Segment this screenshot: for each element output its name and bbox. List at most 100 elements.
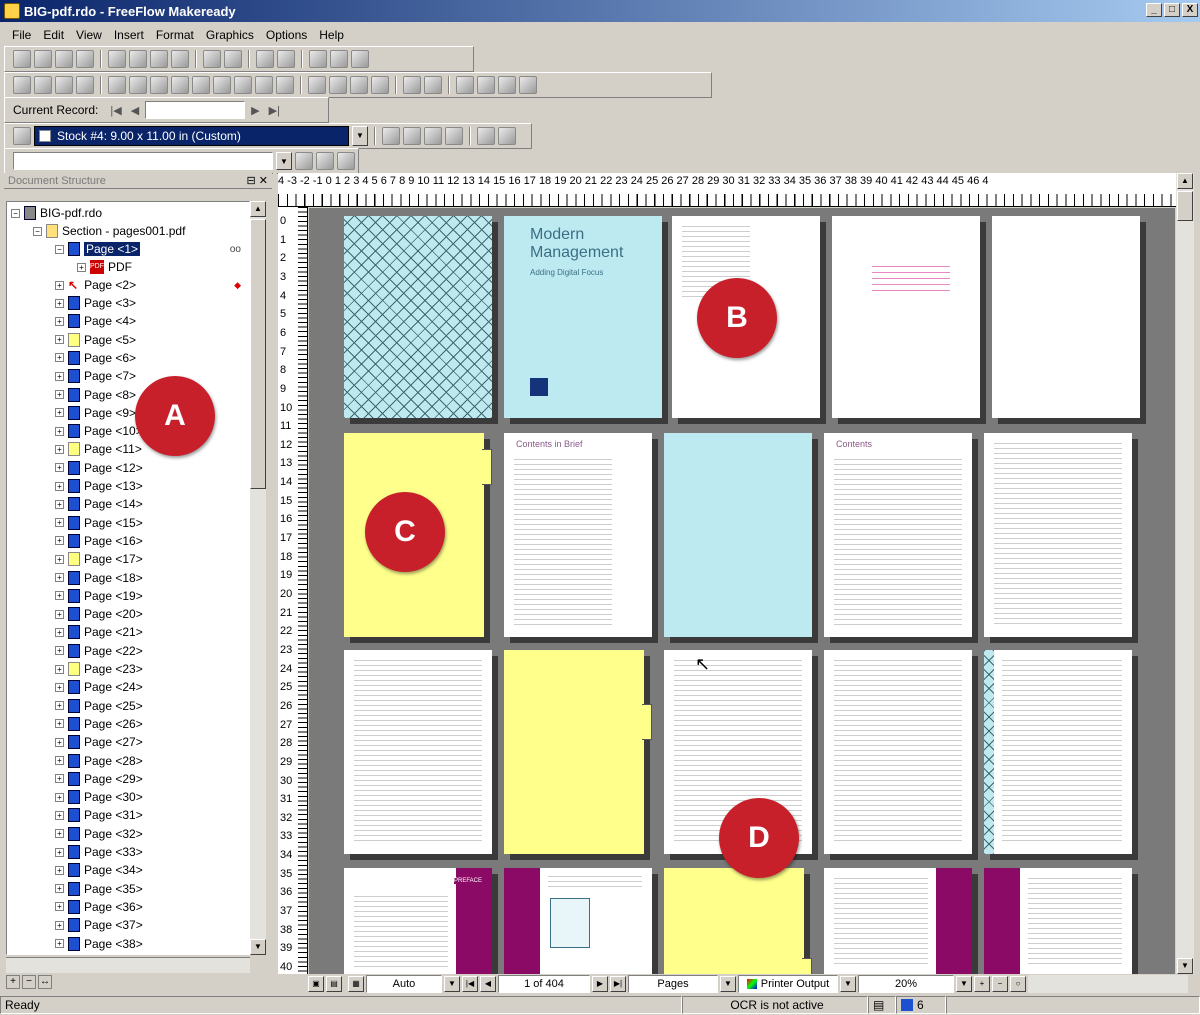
next-record-icon[interactable]: ▶ [248, 104, 262, 117]
center-icon[interactable] [255, 76, 273, 94]
panel-close-icon[interactable]: ⊟ ✕ [247, 173, 273, 188]
tree-page-item[interactable]: + Page <8> [55, 386, 136, 404]
tree-page-item[interactable]: + Page <36> [55, 898, 143, 916]
expand-icon[interactable]: + [55, 390, 64, 399]
tree-page-item[interactable]: + Page <14> [55, 495, 143, 513]
expand-icon[interactable]: + [55, 810, 64, 820]
zoom-select[interactable]: 20% [858, 975, 954, 993]
expand-icon[interactable]: + [55, 554, 64, 564]
tab-page-3[interactable] [664, 868, 812, 974]
page-thumb-preface-3[interactable] [984, 868, 1132, 974]
split-view-icon[interactable]: ▤ [326, 976, 342, 992]
canvas-scroll-thumb[interactable] [1177, 191, 1193, 221]
mode-select[interactable]: Pages [628, 975, 718, 993]
print-icon[interactable] [256, 50, 274, 68]
expand-icon[interactable]: + [55, 353, 64, 363]
record-input[interactable] [145, 101, 246, 119]
expand-icon[interactable]: + [55, 408, 64, 418]
globe-icon[interactable] [498, 76, 516, 94]
last-page-icon[interactable]: ▶| [610, 976, 626, 992]
insert-tab-icon[interactable] [129, 50, 147, 68]
page-indicator[interactable]: 1 of 404 [498, 975, 590, 993]
save-icon[interactable] [76, 50, 94, 68]
tree-page-item[interactable]: + Page <9> [55, 404, 136, 422]
tree-page-item[interactable]: + Page <24> [55, 678, 143, 696]
tree-page-item[interactable]: + Page <34> [55, 861, 143, 879]
find-icon[interactable] [295, 152, 313, 170]
paste-icon[interactable] [351, 50, 369, 68]
panel-splitter[interactable] [273, 173, 277, 995]
tree-page-item[interactable]: + Page <12> [55, 459, 143, 477]
tree-pdf[interactable]: + PDF PDF [77, 258, 132, 276]
open-folder-icon[interactable] [55, 50, 73, 68]
page-thumb-contents-6[interactable] [984, 650, 1132, 854]
fit-select[interactable]: Auto [366, 975, 442, 993]
rotate-icon[interactable] [108, 76, 126, 94]
first-record-icon[interactable]: |◀ [107, 104, 124, 117]
expand-icon[interactable]: + [55, 444, 64, 454]
distribute-icon[interactable] [276, 76, 294, 94]
expand-icon[interactable]: + [55, 609, 64, 619]
tree-page-item[interactable]: + Page <19> [55, 587, 143, 605]
align-icon[interactable] [234, 76, 252, 94]
bring-front-icon[interactable] [150, 76, 168, 94]
expand-icon[interactable]: + [55, 792, 64, 802]
insert-pages-icon[interactable] [108, 50, 126, 68]
canvas-vscroll[interactable]: ▲ ▼ [1176, 173, 1194, 974]
text-icon[interactable] [403, 76, 421, 94]
tree-section[interactable]: − Section - pages001.pdf [33, 222, 185, 240]
zoom-in-small-icon[interactable]: + [974, 976, 990, 992]
thumbnail-view-icon[interactable]: ▦ [348, 976, 364, 992]
expand-icon[interactable]: + [55, 499, 64, 509]
expand-icon[interactable]: + [55, 847, 64, 857]
cut-icon[interactable] [309, 50, 327, 68]
menu-insert[interactable]: Insert [108, 28, 150, 42]
output-select[interactable]: Printer Output [738, 975, 838, 993]
expand-icon[interactable]: + [55, 298, 64, 308]
stock-tab-icon[interactable] [403, 127, 421, 145]
tree-page-item[interactable]: + Page <7> [55, 367, 136, 385]
menu-options[interactable]: Options [260, 28, 313, 42]
tag-remove-icon[interactable] [498, 127, 516, 145]
page-thumb-contents[interactable]: Contents [824, 433, 972, 637]
tree-page-1[interactable]: − Page <1> oo [55, 240, 245, 258]
pointer-icon[interactable] [13, 76, 31, 94]
expand-icon[interactable]: + [55, 774, 64, 784]
menu-graphics[interactable]: Graphics [200, 28, 260, 42]
expand-icon[interactable]: + [55, 756, 64, 765]
grid-icon[interactable] [519, 76, 537, 94]
tree-scroll-up-icon[interactable]: ▲ [250, 201, 266, 217]
insert-file-icon[interactable] [150, 50, 168, 68]
maximize-button[interactable]: □ [1164, 3, 1180, 17]
scan-icon[interactable] [203, 50, 221, 68]
prev-record-icon[interactable]: ◀ [128, 104, 142, 117]
first-page-icon[interactable]: |◀ [462, 976, 478, 992]
expand-icon[interactable]: + [55, 591, 64, 601]
close-button[interactable]: X [1182, 3, 1198, 17]
page-thumb-preface[interactable]: PREFACE [344, 868, 492, 974]
expand-icon[interactable]: + [55, 884, 64, 894]
print-preview-icon[interactable] [277, 50, 295, 68]
expand-icon[interactable]: + [55, 682, 64, 692]
page-thumb-cyan[interactable] [664, 433, 812, 637]
tree-root[interactable]: − BIG-pdf.rdo [11, 204, 102, 222]
expand-icon[interactable]: + [55, 829, 64, 839]
fit-dropdown-icon[interactable]: ▼ [444, 976, 460, 992]
tree-scrollbar[interactable]: ▲ ▼ [250, 201, 266, 955]
send-back-icon[interactable] [171, 76, 189, 94]
tree-page-item[interactable]: + Page <32> [55, 825, 143, 843]
page-thumb-contents-brief[interactable]: Contents in Brief [504, 433, 652, 637]
expand-icon[interactable]: + [55, 719, 64, 729]
tab-page-2[interactable] [504, 650, 652, 854]
tree-page-item[interactable]: + Page <23> [55, 660, 143, 678]
page-canvas[interactable]: Modern Management Adding Digital Focus C… [309, 208, 1175, 974]
tree-page-item[interactable]: + Page <5> [55, 331, 136, 349]
tree-page-item[interactable]: + Page <25> [55, 697, 143, 715]
menu-view[interactable]: View [70, 28, 108, 42]
tree-page-item[interactable]: + Page <38> [55, 935, 143, 953]
menu-edit[interactable]: Edit [37, 28, 70, 42]
frame-icon[interactable] [371, 76, 389, 94]
find-next-icon[interactable] [316, 152, 334, 170]
tree-page-item[interactable]: + Page <37> [55, 916, 143, 934]
zoom-dropdown-icon[interactable]: ▼ [956, 976, 972, 992]
